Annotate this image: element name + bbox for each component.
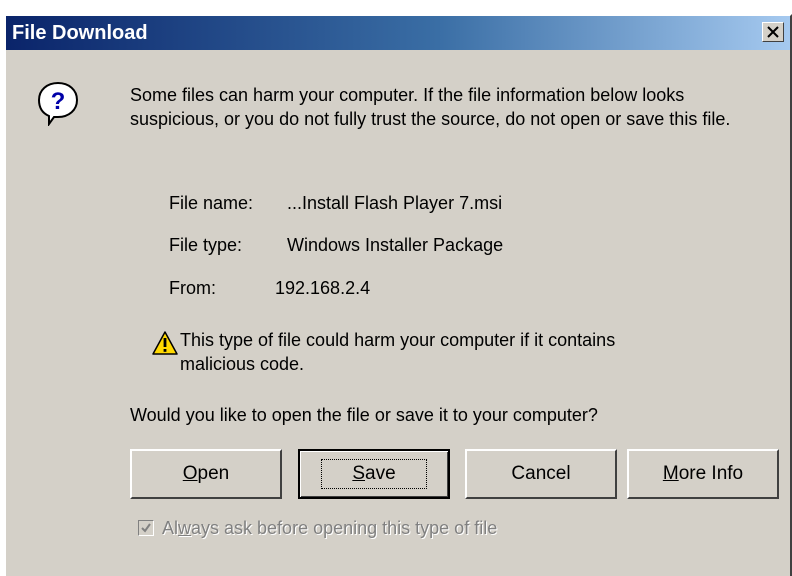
file-type-label: File type: xyxy=(169,235,243,255)
file-download-dialog: File Download ? Some files can harm your… xyxy=(4,14,792,576)
more-info-button[interactable]: More Info xyxy=(627,449,779,499)
always-ask-label: Always ask before opening this type of f… xyxy=(162,518,498,538)
warning-triangle-icon xyxy=(152,331,178,355)
file-type-value: Windows Installer Package xyxy=(287,235,504,255)
open-or-save-prompt: Would you like to open the file or save … xyxy=(130,405,598,425)
cancel-button[interactable]: Cancel xyxy=(465,449,617,499)
svg-text:?: ? xyxy=(51,88,66,115)
warning-line-2: malicious code. xyxy=(180,354,305,374)
title-bar[interactable]: File Download xyxy=(6,16,790,50)
window-title: File Download xyxy=(12,22,148,44)
always-ask-checkbox[interactable] xyxy=(138,520,154,536)
open-button[interactable]: Open xyxy=(130,449,282,499)
from-label: From: xyxy=(169,278,216,298)
save-button[interactable]: Save xyxy=(298,449,450,499)
question-balloon-icon: ? xyxy=(37,81,79,126)
file-name-value: ...Install Flash Player 7.msi xyxy=(287,193,503,213)
file-name-label: File name: xyxy=(169,193,254,213)
intro-message: Some files can harm your computer. If th… xyxy=(130,85,731,129)
close-button[interactable] xyxy=(762,22,784,42)
checkmark-icon xyxy=(141,523,151,533)
from-value: 192.168.2.4 xyxy=(275,278,371,298)
close-x-icon xyxy=(767,26,779,38)
warning-line-1: This type of file could harm your comput… xyxy=(180,330,616,350)
